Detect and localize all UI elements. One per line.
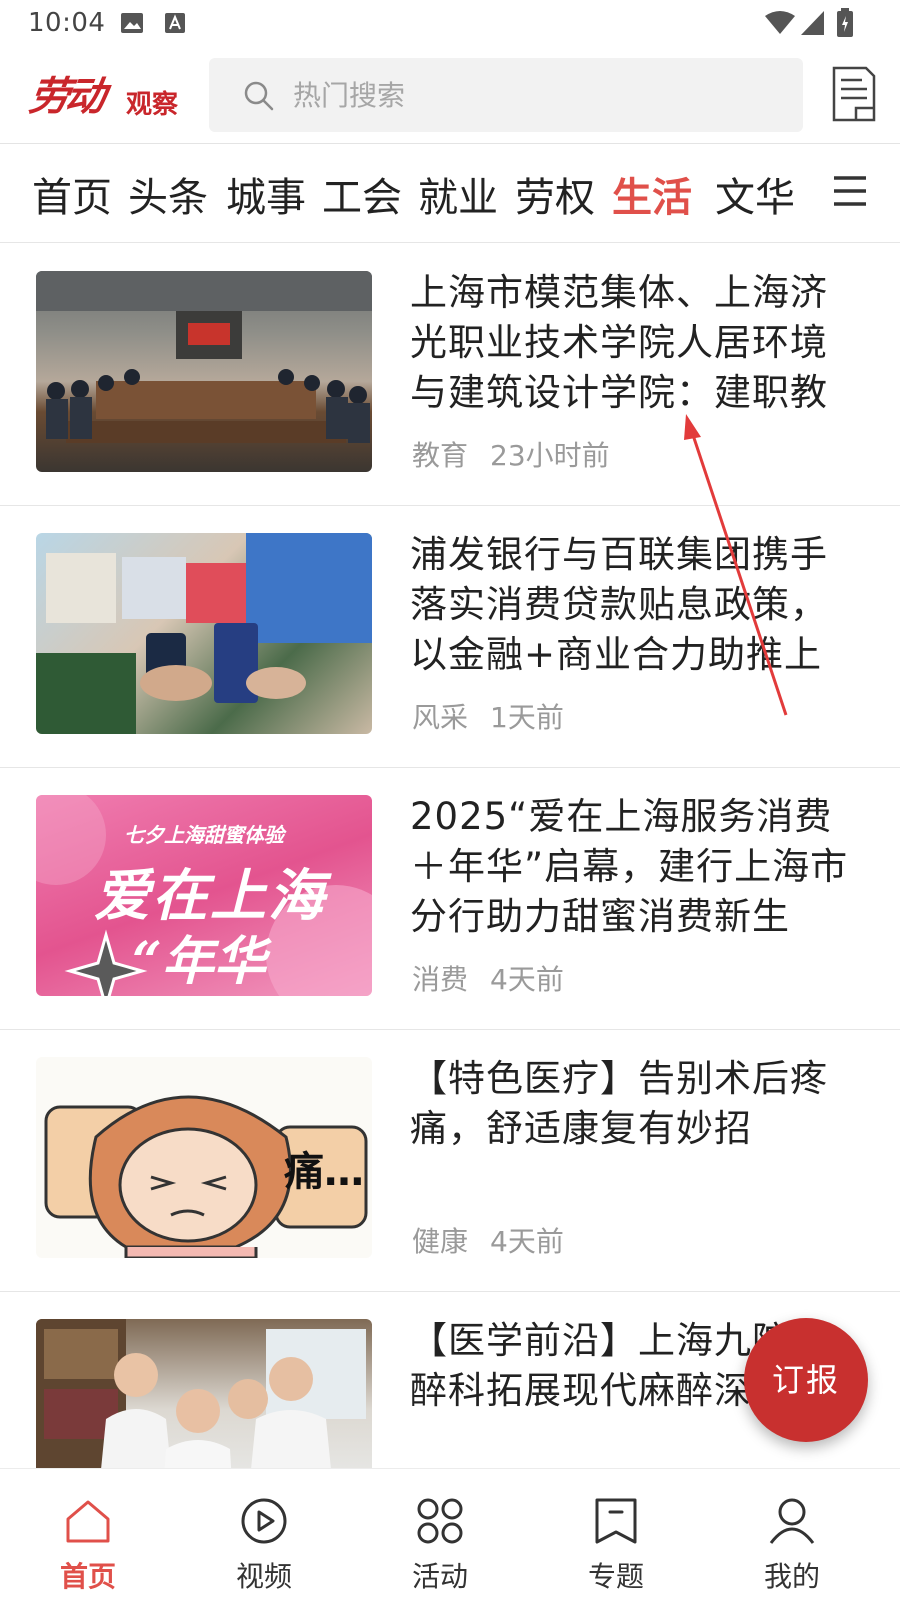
article-time: 4天前 <box>490 963 564 996</box>
wifi-icon <box>765 11 795 34</box>
article-meta: 健康 4天前 <box>412 1220 564 1260</box>
tab-toutiao[interactable]: 头条 <box>128 165 208 223</box>
article-title[interactable]: 2025“爱在上海服务消费＋年华”启幕，建行上海市分行助力甜蜜消费新生 <box>410 792 860 942</box>
article-thumbnail: 七夕上海甜蜜体验 爱在上海 “年华 <box>36 795 372 996</box>
status-time: 10:04 <box>28 8 106 38</box>
app-header: 劳动 观察 <box>0 48 900 144</box>
text-app-icon <box>165 13 185 33</box>
tab-shenghuo[interactable]: 生活 <box>612 165 692 223</box>
menu-icon[interactable] <box>832 175 868 207</box>
list-item[interactable]: 七夕上海甜蜜体验 爱在上海 “年华 2025“爱在上海服务消费＋年华”启幕，建行… <box>0 768 900 1030</box>
tab-gonghui[interactable]: 工会 <box>322 165 402 223</box>
bottom-navigation: 首页 视频 活动 专题 我的 <box>0 1468 900 1600</box>
search-icon <box>244 81 274 111</box>
article-title[interactable]: 浦发银行与百联集团携手落实消费贷款贴息政策，以金融+商业合力助推上 <box>410 530 860 680</box>
search-bar[interactable] <box>209 58 803 132</box>
logo-script: 劳动 <box>26 73 105 120</box>
signal-icon <box>801 11 824 35</box>
nav-home[interactable]: 首页 <box>18 1469 158 1600</box>
newspaper-icon[interactable] <box>832 66 876 122</box>
article-thumbnail <box>36 533 372 734</box>
bank-promo-photo <box>36 533 372 734</box>
article-meta: 消费 4天前 <box>412 958 564 998</box>
list-item[interactable]: 浦发银行与百联集团携手落实消费贷款贴息政策，以金融+商业合力助推上 风采 1天前 <box>0 506 900 768</box>
article-thumbnail: 痛… <box>36 1057 372 1258</box>
app-logo[interactable]: 劳动 观察 <box>26 62 190 122</box>
home-icon <box>66 1500 110 1543</box>
meeting-photo <box>36 271 372 443</box>
play-icon <box>241 1498 287 1544</box>
news-feed: 上海市模范集体、上海济光职业技术学院人居环境与建筑设计学院：建职教 教育 23小时… <box>0 244 900 1468</box>
article-thumbnail <box>36 1319 372 1468</box>
category-tabs: 首页 头条 城事 工会 就业 劳权 生活 文华 <box>0 145 900 243</box>
list-item[interactable]: 上海市模范集体、上海济光职业技术学院人居环境与建筑设计学院：建职教 教育 23小时… <box>0 244 900 506</box>
list-item[interactable]: 痛… 【特色医疗】告别术后疼痛，舒适康复有妙招 健康 4天前 <box>0 1030 900 1292</box>
article-category: 风采 <box>412 701 469 734</box>
article-title[interactable]: 上海市模范集体、上海济光职业技术学院人居环境与建筑设计学院：建职教 <box>410 268 860 418</box>
article-thumbnail <box>36 271 372 472</box>
tab-jiuye[interactable]: 就业 <box>418 165 498 223</box>
banner-caption-bottom: “年华 <box>132 931 266 992</box>
battery-icon <box>837 8 853 37</box>
nav-activity-label: 活动 <box>411 1560 468 1593</box>
article-category: 健康 <box>412 1225 469 1258</box>
article-time: 23小时前 <box>490 439 610 472</box>
logo-subtitle: 观察 <box>126 90 179 120</box>
gallery-icon <box>121 13 143 33</box>
grid-icon <box>417 1498 463 1544</box>
article-category: 教育 <box>412 439 469 472</box>
banner-caption-top: 七夕上海甜蜜体验 <box>124 823 284 847</box>
nav-profile[interactable]: 我的 <box>722 1469 862 1600</box>
subscribe-button[interactable]: 订报 <box>744 1318 868 1442</box>
nav-video-label: 视频 <box>235 1560 292 1593</box>
article-title[interactable]: 【特色医疗】告别术后疼痛，舒适康复有妙招 <box>410 1054 860 1204</box>
article-category: 消费 <box>412 963 469 996</box>
article-time: 4天前 <box>490 1225 564 1258</box>
nav-topics[interactable]: 专题 <box>546 1469 686 1600</box>
nav-profile-label: 我的 <box>763 1560 820 1593</box>
nav-topics-label: 专题 <box>587 1560 644 1593</box>
status-bar: 10:04 <box>0 0 900 48</box>
doctors-photo <box>36 1319 366 1468</box>
nav-activity[interactable]: 活动 <box>370 1469 510 1600</box>
tab-wenhua[interactable]: 文华 <box>715 165 795 223</box>
nav-home-label: 首页 <box>59 1560 116 1593</box>
pain-text: 痛… <box>284 1149 364 1195</box>
search-input[interactable] <box>293 72 773 118</box>
tab-laoquan[interactable]: 劳权 <box>515 165 595 223</box>
user-icon <box>769 1498 815 1544</box>
tab-chengshi[interactable]: 城事 <box>226 165 306 223</box>
nav-video[interactable]: 视频 <box>194 1469 334 1600</box>
article-meta: 风采 1天前 <box>412 696 564 736</box>
bookmark-icon <box>595 1498 637 1544</box>
article-meta: 教育 23小时前 <box>412 434 610 474</box>
tab-shouye[interactable]: 首页 <box>32 165 112 223</box>
article-time: 1天前 <box>490 701 564 734</box>
